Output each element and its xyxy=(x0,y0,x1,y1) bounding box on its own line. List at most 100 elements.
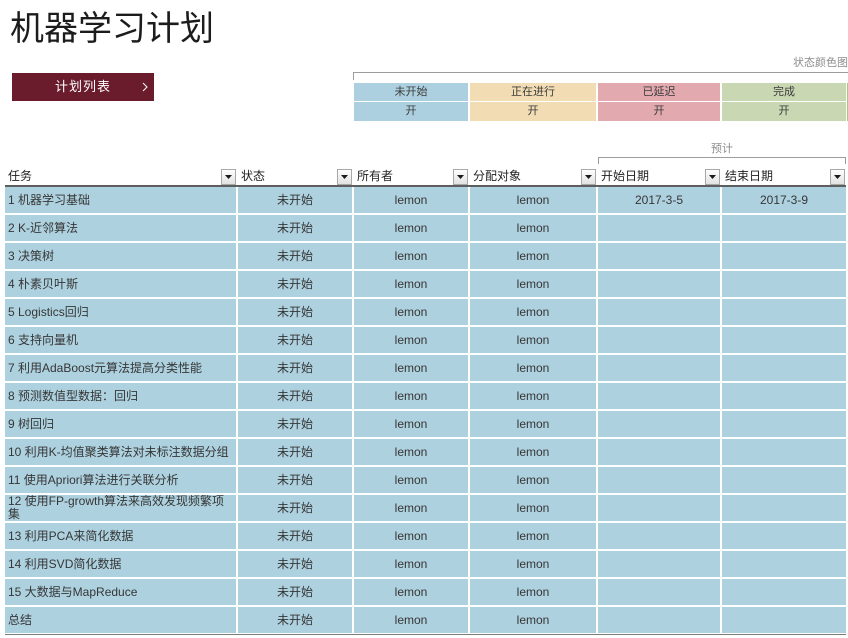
owner-cell[interactable]: lemon xyxy=(354,551,468,577)
owner-cell[interactable]: lemon xyxy=(354,327,468,353)
owner-cell[interactable]: lemon xyxy=(354,607,468,633)
start-date-cell[interactable] xyxy=(598,579,720,605)
assignee-cell[interactable]: lemon xyxy=(470,187,596,213)
filter-button-assignee[interactable] xyxy=(581,169,596,185)
start-date-cell[interactable] xyxy=(598,327,720,353)
plan-list-button[interactable]: 计划列表 xyxy=(12,73,154,101)
start-date-cell[interactable] xyxy=(598,299,720,325)
status-cell[interactable]: 未开始 xyxy=(238,607,352,633)
legend-value-delayed[interactable]: 开 xyxy=(598,102,720,121)
assignee-cell[interactable]: lemon xyxy=(470,243,596,269)
end-date-cell[interactable] xyxy=(722,439,846,465)
assignee-cell[interactable]: lemon xyxy=(470,383,596,409)
status-cell[interactable]: 未开始 xyxy=(238,271,352,297)
start-date-cell[interactable] xyxy=(598,607,720,633)
start-date-cell[interactable] xyxy=(598,215,720,241)
assignee-cell[interactable]: lemon xyxy=(470,271,596,297)
task-cell[interactable]: 7 利用AdaBoost元算法提高分类性能 xyxy=(5,355,236,381)
status-cell[interactable]: 未开始 xyxy=(238,411,352,437)
assignee-cell[interactable]: lemon xyxy=(470,299,596,325)
column-header-assignee[interactable]: 分配对象 xyxy=(470,168,596,185)
end-date-cell[interactable] xyxy=(722,551,846,577)
task-cell[interactable]: 9 树回归 xyxy=(5,411,236,437)
owner-cell[interactable]: lemon xyxy=(354,187,468,213)
task-cell[interactable]: 6 支持向量机 xyxy=(5,327,236,353)
owner-cell[interactable]: lemon xyxy=(354,495,468,521)
owner-cell[interactable]: lemon xyxy=(354,579,468,605)
end-date-cell[interactable] xyxy=(722,271,846,297)
status-cell[interactable]: 未开始 xyxy=(238,551,352,577)
filter-button-owner[interactable] xyxy=(453,169,468,185)
task-cell[interactable]: 15 大数据与MapReduce xyxy=(5,579,236,605)
owner-cell[interactable]: lemon xyxy=(354,411,468,437)
task-cell[interactable]: 14 利用SVD简化数据 xyxy=(5,551,236,577)
end-date-cell[interactable] xyxy=(722,495,846,521)
column-header-task[interactable]: 任务 xyxy=(5,168,236,185)
owner-cell[interactable]: lemon xyxy=(354,439,468,465)
status-cell[interactable]: 未开始 xyxy=(238,467,352,493)
end-date-cell[interactable] xyxy=(722,299,846,325)
legend-value-complete[interactable]: 开 xyxy=(722,102,846,121)
end-date-cell[interactable] xyxy=(722,215,846,241)
assignee-cell[interactable]: lemon xyxy=(470,411,596,437)
task-cell[interactable]: 8 预测数值型数据：回归 xyxy=(5,383,236,409)
status-cell[interactable]: 未开始 xyxy=(238,299,352,325)
filter-button-status[interactable] xyxy=(337,169,352,185)
assignee-cell[interactable]: lemon xyxy=(470,523,596,549)
end-date-cell[interactable] xyxy=(722,579,846,605)
task-cell[interactable]: 3 决策树 xyxy=(5,243,236,269)
status-cell[interactable]: 未开始 xyxy=(238,243,352,269)
owner-cell[interactable]: lemon xyxy=(354,355,468,381)
task-cell[interactable]: 总结 xyxy=(5,607,236,633)
end-date-cell[interactable] xyxy=(722,411,846,437)
start-date-cell[interactable] xyxy=(598,411,720,437)
assignee-cell[interactable]: lemon xyxy=(470,215,596,241)
start-date-cell[interactable] xyxy=(598,271,720,297)
end-date-cell[interactable] xyxy=(722,355,846,381)
column-header-owner[interactable]: 所有者 xyxy=(354,168,468,185)
end-date-cell[interactable] xyxy=(722,467,846,493)
start-date-cell[interactable] xyxy=(598,383,720,409)
column-header-start-date[interactable]: 开始日期 xyxy=(598,168,720,185)
end-date-cell[interactable] xyxy=(722,607,846,633)
legend-label-delayed[interactable]: 已延迟 xyxy=(598,83,720,101)
task-cell[interactable]: 4 朴素贝叶斯 xyxy=(5,271,236,297)
assignee-cell[interactable]: lemon xyxy=(470,579,596,605)
owner-cell[interactable]: lemon xyxy=(354,383,468,409)
status-cell[interactable]: 未开始 xyxy=(238,439,352,465)
owner-cell[interactable]: lemon xyxy=(354,243,468,269)
task-cell[interactable]: 11 使用Apriori算法进行关联分析 xyxy=(5,467,236,493)
owner-cell[interactable]: lemon xyxy=(354,467,468,493)
owner-cell[interactable]: lemon xyxy=(354,299,468,325)
column-header-end-date[interactable]: 结束日期 xyxy=(722,168,846,185)
start-date-cell[interactable] xyxy=(598,355,720,381)
status-cell[interactable]: 未开始 xyxy=(238,383,352,409)
start-date-cell[interactable] xyxy=(598,495,720,521)
task-cell[interactable]: 13 利用PCA来简化数据 xyxy=(5,523,236,549)
legend-label-complete[interactable]: 完成 xyxy=(722,83,846,101)
end-date-cell[interactable]: 2017-3-9 xyxy=(722,187,846,213)
filter-button-start-date[interactable] xyxy=(705,169,720,185)
owner-cell[interactable]: lemon xyxy=(354,523,468,549)
legend-value-not-started[interactable]: 开 xyxy=(354,102,468,121)
end-date-cell[interactable] xyxy=(722,523,846,549)
legend-label-in-progress[interactable]: 正在进行 xyxy=(470,83,596,101)
filter-button-task[interactable] xyxy=(221,169,236,185)
start-date-cell[interactable] xyxy=(598,551,720,577)
start-date-cell[interactable] xyxy=(598,467,720,493)
status-cell[interactable]: 未开始 xyxy=(238,215,352,241)
task-cell[interactable]: 5 Logistics回归 xyxy=(5,299,236,325)
status-cell[interactable]: 未开始 xyxy=(238,579,352,605)
start-date-cell[interactable] xyxy=(598,243,720,269)
task-cell[interactable]: 12 使用FP-growth算法来高效发现频繁项集 xyxy=(5,495,236,521)
assignee-cell[interactable]: lemon xyxy=(470,327,596,353)
end-date-cell[interactable] xyxy=(722,383,846,409)
task-cell[interactable]: 2 K-近邻算法 xyxy=(5,215,236,241)
status-cell[interactable]: 未开始 xyxy=(238,327,352,353)
start-date-cell[interactable]: 2017-3-5 xyxy=(598,187,720,213)
assignee-cell[interactable]: lemon xyxy=(470,467,596,493)
assignee-cell[interactable]: lemon xyxy=(470,551,596,577)
legend-value-in-progress[interactable]: 开 xyxy=(470,102,596,121)
assignee-cell[interactable]: lemon xyxy=(470,439,596,465)
end-date-cell[interactable] xyxy=(722,243,846,269)
